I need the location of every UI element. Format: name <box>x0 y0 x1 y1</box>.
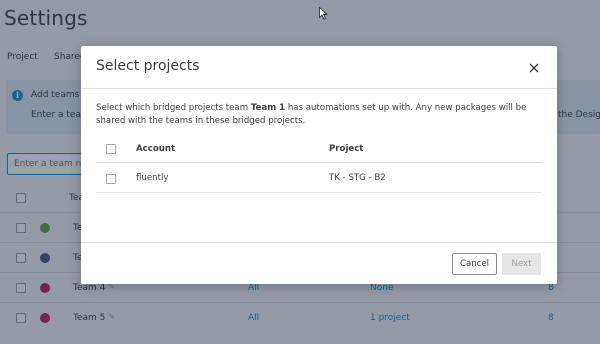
dialog-header: Select projects <box>81 46 557 89</box>
account-cell: fluently <box>136 173 169 183</box>
close-icon[interactable] <box>527 60 541 74</box>
select-projects-dialog: Select projects Select which bridged pro… <box>81 46 557 284</box>
dialog-footer: Cancel Next <box>81 242 557 284</box>
table-row[interactable]: fluently TK - STG - B2 <box>96 164 542 193</box>
project-column-header: Project <box>329 144 364 154</box>
select-all-checkbox[interactable] <box>106 144 116 154</box>
mouse-cursor-icon <box>319 5 329 24</box>
next-button[interactable]: Next <box>502 253 541 275</box>
account-column-header: Account <box>136 144 176 154</box>
team-name-highlight: Team 1 <box>250 103 286 113</box>
row-checkbox[interactable] <box>106 174 116 184</box>
dialog-title: Select projects <box>96 58 200 74</box>
project-cell: TK - STG - B2 <box>329 173 386 183</box>
dialog-description: Select which bridged projects team Team … <box>96 102 546 128</box>
description-text: Select which bridged projects team <box>96 103 251 113</box>
cancel-button[interactable]: Cancel <box>452 253 497 275</box>
projects-table-header: Account Project <box>96 137 542 163</box>
